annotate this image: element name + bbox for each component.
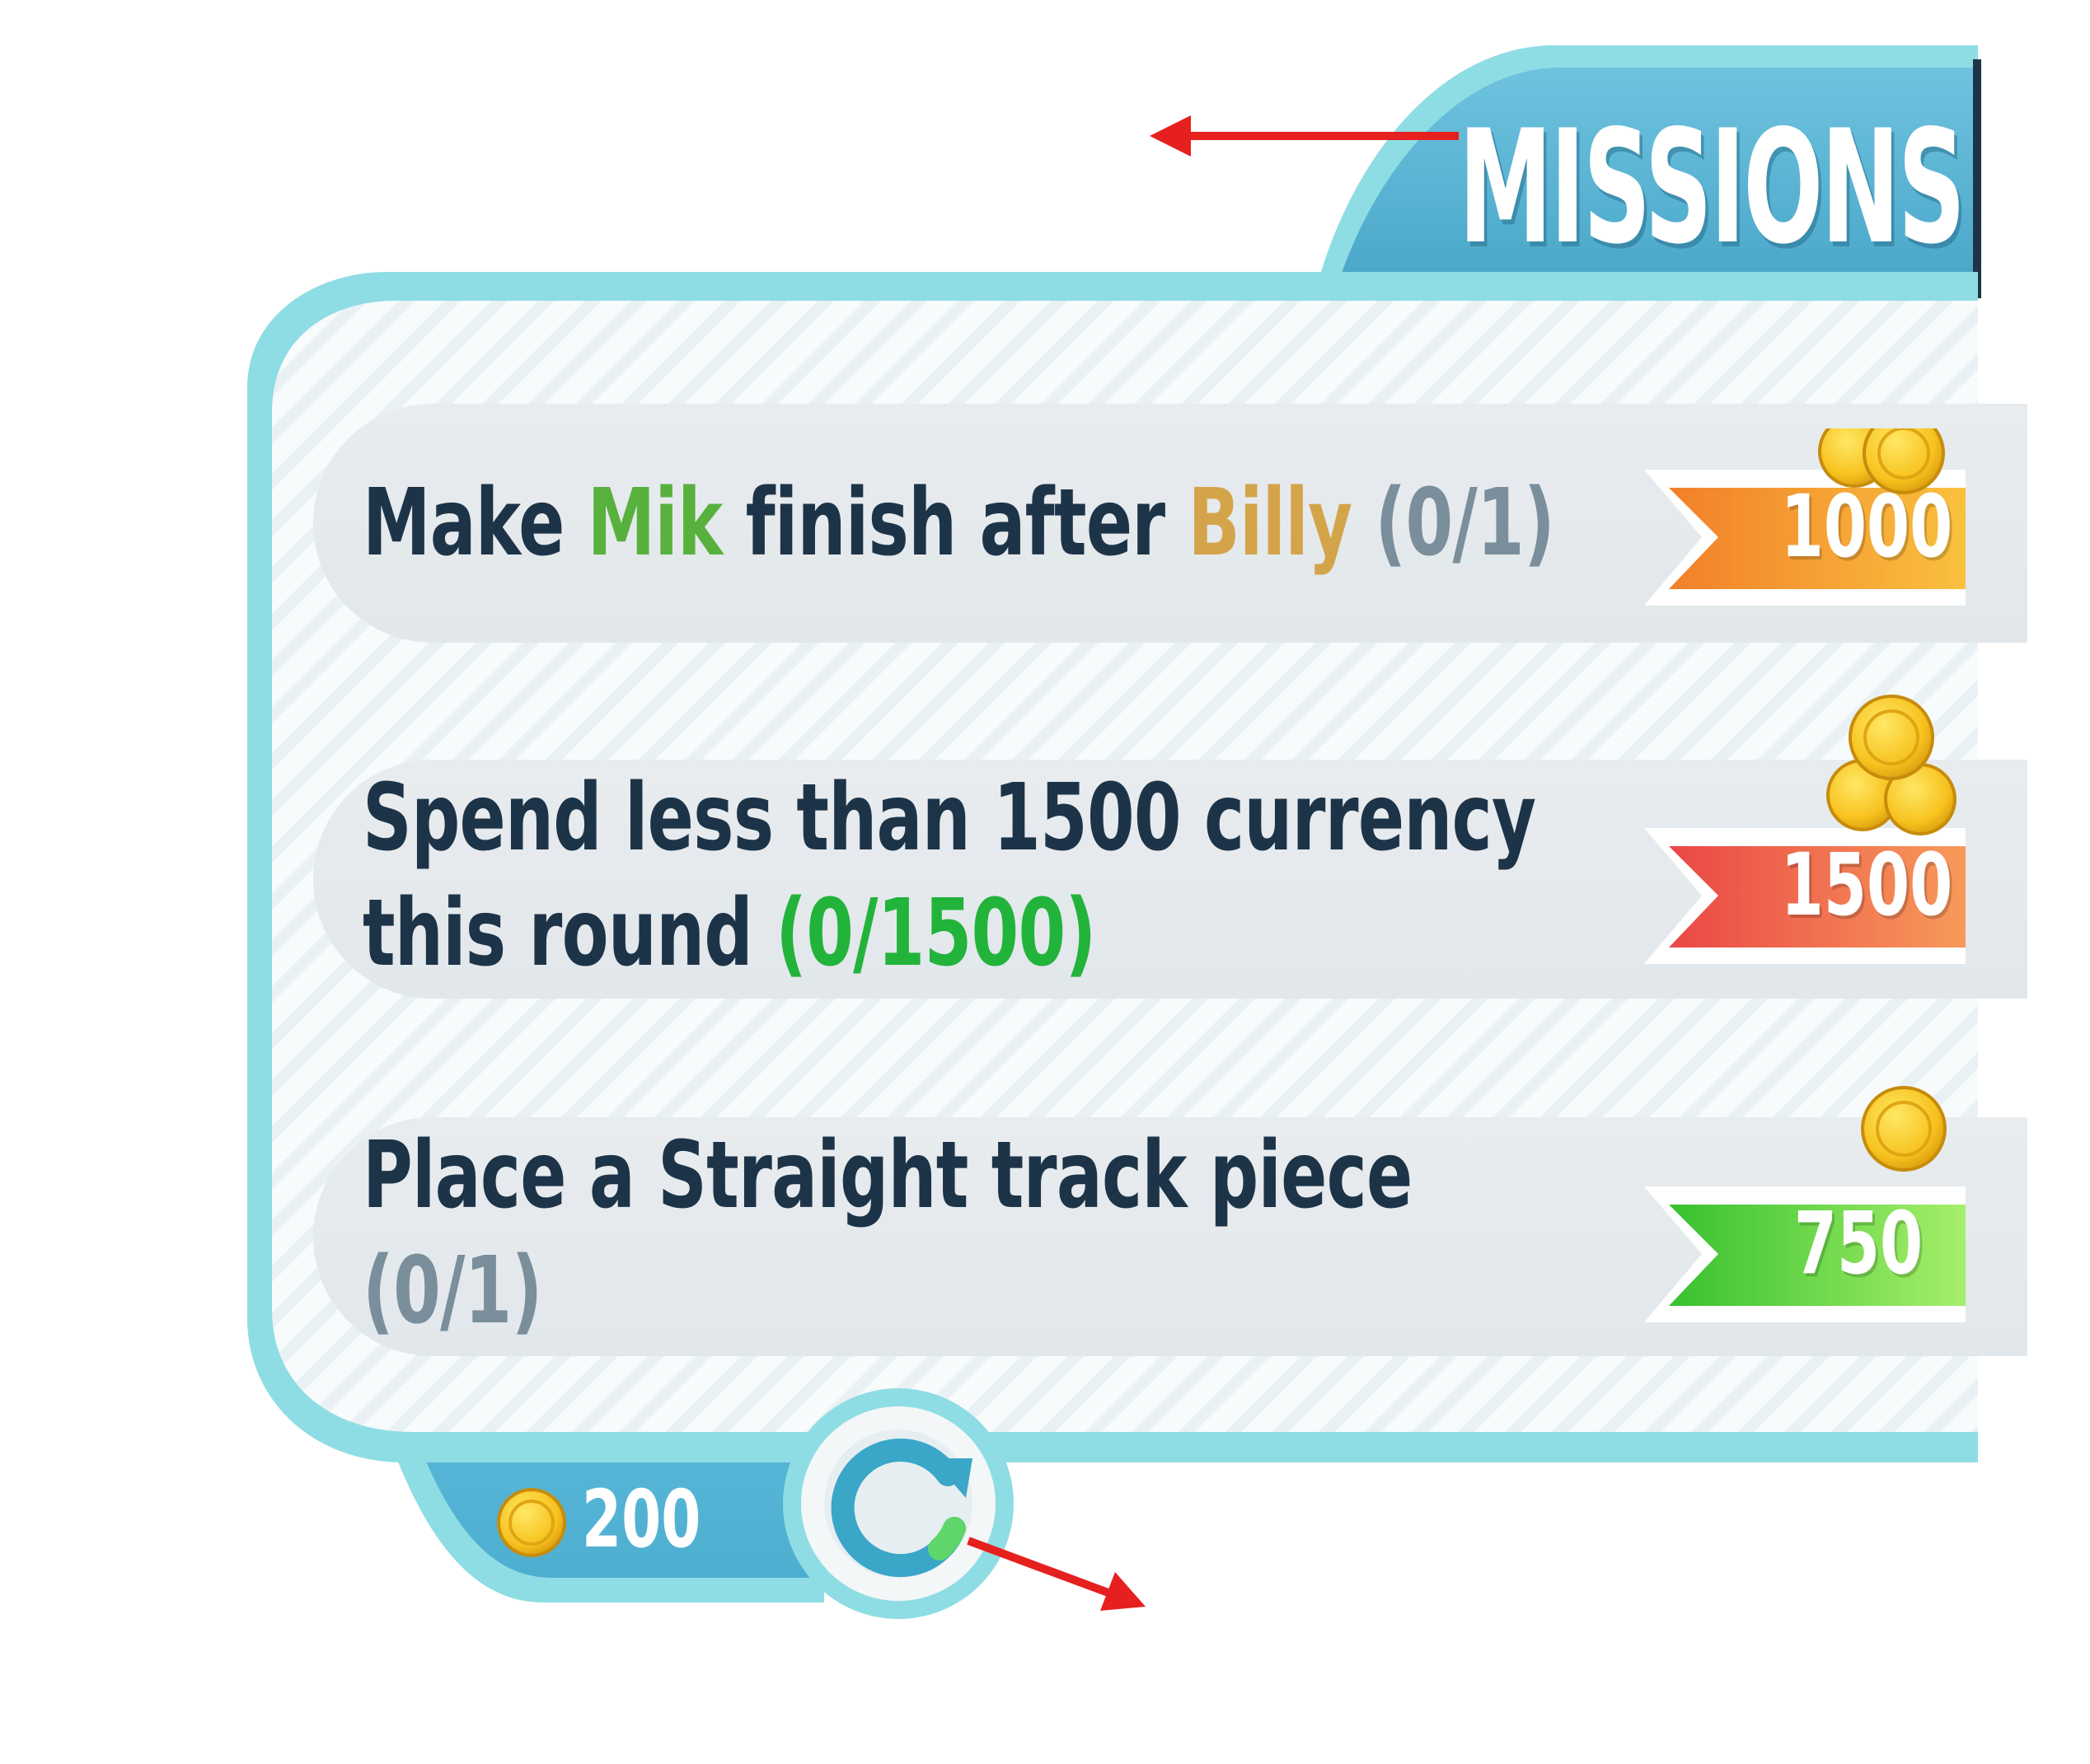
mission-1-part: finish after	[722, 470, 1188, 577]
reward-3-value: 750	[1793, 1193, 1924, 1294]
mission-2-text-line1: Spend less than 1500 currency	[363, 756, 1536, 880]
coin-balance: 200	[582, 1473, 701, 1565]
mission-1-progress: (0/1)	[1352, 470, 1555, 577]
mission-3-text-line1: Place a Straight track piece	[363, 1114, 1534, 1238]
mission-3-part: Place a	[363, 1122, 658, 1229]
mission-1-part: Make	[363, 470, 588, 577]
mission-3-text-line2: (0/1)	[363, 1229, 1534, 1353]
mission-3-track-type: Straight	[658, 1122, 968, 1229]
mission-2-part: currency	[1180, 765, 1536, 872]
coin-icon	[1861, 1086, 1947, 1172]
mission-1-character-billy: Billy	[1188, 470, 1352, 577]
mission-3-progress: (0/1)	[363, 1238, 542, 1345]
missions-screen: MISSIONS Make Mik finish after Billy (0/…	[0, 0, 2090, 1764]
reward-2-value: 1500	[1780, 835, 1953, 935]
reward-badge-2: 1500	[1636, 695, 1982, 976]
mission-2-part: Spend less than 1500	[363, 765, 1182, 872]
mission-2-progress: (0/1500)	[776, 880, 1096, 987]
refresh-icon	[783, 1388, 1014, 1619]
mission-1-character-mik: Mik	[587, 470, 724, 577]
reward-badge-1: 1000	[1636, 428, 1982, 618]
refresh-button[interactable]	[783, 1388, 1014, 1619]
mission-1-text: Make Mik finish after Billy (0/1)	[363, 461, 1555, 585]
reward-1-value: 1000	[1780, 476, 1953, 577]
coin-icon	[1849, 695, 1934, 780]
mission-2-part: this round	[363, 880, 776, 987]
missions-title: MISSIONS	[1459, 96, 1966, 278]
footer-coin-graphic	[497, 1488, 566, 1557]
reward-badge-3: 750	[1636, 1086, 1982, 1335]
mission-2-text-line2: this round (0/1500)	[363, 872, 1534, 995]
mission-3-part: track piece	[968, 1122, 1413, 1229]
